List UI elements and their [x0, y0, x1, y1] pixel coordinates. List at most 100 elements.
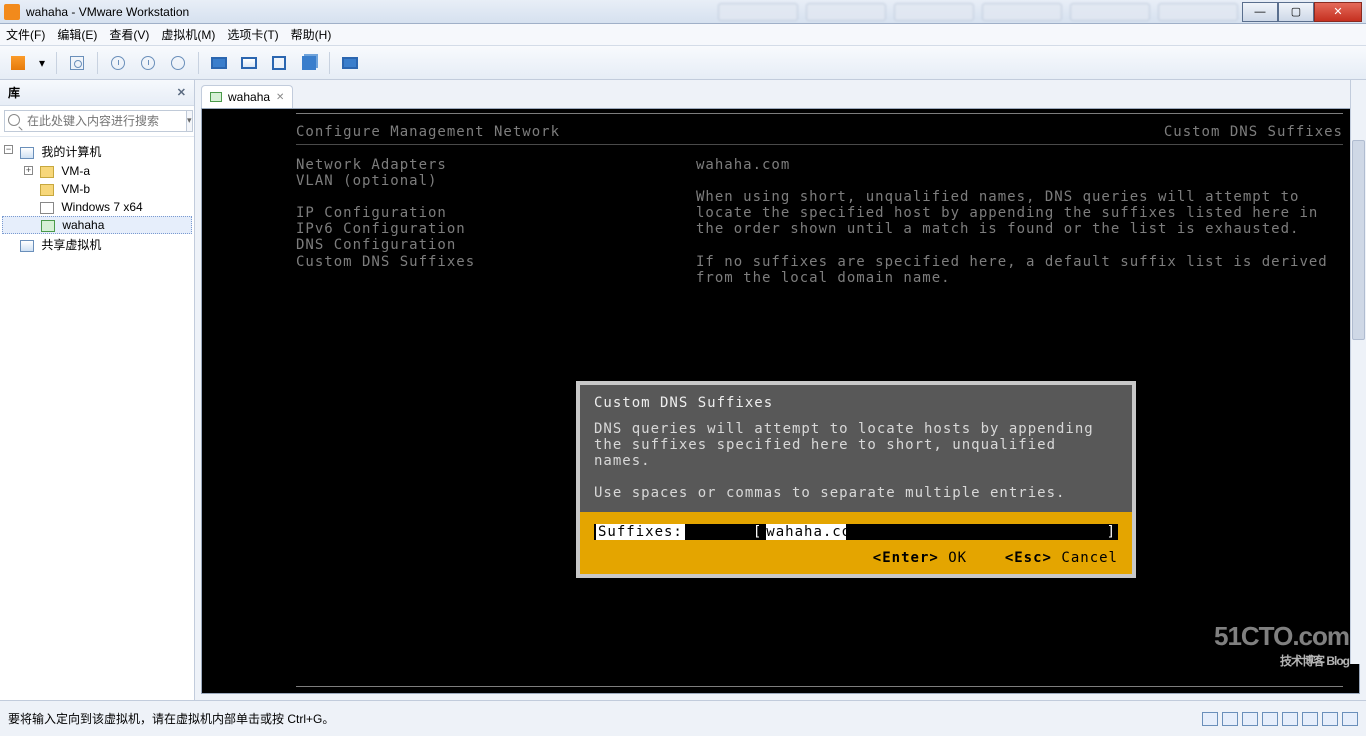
minimize-button[interactable]: —	[1242, 2, 1278, 22]
fullscreen-icon	[342, 57, 358, 69]
device-icon[interactable]	[1202, 712, 1218, 726]
dialog-text: Use spaces or commas to separate multipl…	[594, 485, 1118, 501]
search-dropdown[interactable]: ▾	[187, 110, 193, 132]
statusbar: 要将输入定向到该虚拟机，请在虚拟机内部单击或按 Ctrl+G。	[0, 700, 1366, 736]
folder-icon	[40, 184, 54, 196]
thumbnail-button[interactable]	[237, 51, 261, 75]
snapshot-manager-button[interactable]	[166, 51, 190, 75]
clock-icon	[141, 56, 155, 70]
vm-tabstrip: wahaha ✕	[195, 80, 1366, 108]
show-console-button[interactable]	[207, 51, 231, 75]
menu-view[interactable]: 查看(V)	[109, 26, 149, 43]
dns-suffixes-dialog: Custom DNS Suffixes DNS queries will att…	[576, 381, 1136, 578]
app-icon	[4, 4, 20, 20]
tree-item-vma[interactable]: + VM-a	[2, 162, 192, 180]
tab-wahaha[interactable]: wahaha ✕	[201, 85, 293, 108]
dialog-title: Custom DNS Suffixes	[594, 395, 1118, 411]
device-icon[interactable]	[1262, 712, 1278, 726]
tree-item-vmb[interactable]: VM-b	[2, 180, 192, 198]
esxi-menu-item: Custom DNS Suffixes	[296, 254, 656, 270]
device-icon[interactable]	[1302, 712, 1318, 726]
monitor-icon	[211, 57, 227, 69]
esxi-info-text: When using short, unqualified names, DNS…	[696, 189, 1343, 237]
tree-label: VM-b	[61, 182, 90, 196]
vertical-scrollbar[interactable]	[1350, 80, 1366, 664]
content-area: wahaha ✕ Configure Management Network Cu…	[195, 80, 1366, 700]
menu-vm[interactable]: 虚拟机(M)	[161, 26, 215, 43]
folder-icon	[40, 166, 54, 178]
background-tab	[806, 3, 886, 21]
window-title: wahaha - VMware Workstation	[26, 5, 189, 19]
computer-icon	[20, 147, 34, 159]
tree-item-wahaha[interactable]: wahaha	[2, 216, 192, 234]
power-button[interactable]	[6, 51, 30, 75]
send-keys-button[interactable]	[65, 51, 89, 75]
tree-label: Windows 7 x64	[61, 200, 142, 214]
menubar: 文件(F) 编辑(E) 查看(V) 虚拟机(M) 选项卡(T) 帮助(H)	[0, 24, 1366, 46]
device-icon[interactable]	[1222, 712, 1238, 726]
dialog-text: DNS queries will attempt to locate hosts…	[594, 421, 1118, 469]
background-tab	[1070, 3, 1150, 21]
expand-icon[interactable]: +	[24, 166, 33, 175]
search-icon	[8, 114, 20, 126]
esxi-menu-item: DNS Configuration	[296, 237, 656, 253]
menu-help[interactable]: 帮助(H)	[291, 26, 332, 43]
background-tab	[894, 3, 974, 21]
search-input[interactable]	[4, 110, 187, 132]
multiple-monitors-button[interactable]	[297, 51, 321, 75]
thumbnail-icon	[241, 57, 257, 69]
statusbar-hint: 要将输入定向到该虚拟机，请在虚拟机内部单击或按 Ctrl+G。	[8, 710, 334, 727]
stretch-button[interactable]	[267, 51, 291, 75]
expand-icon	[272, 56, 286, 70]
library-sidebar: 库 ✕ ▾ − 我的计算机 + VM-a VM-b	[0, 80, 195, 700]
esxi-info-domain: wahaha.com	[696, 157, 1343, 173]
cancel-button[interactable]: Cancel	[1052, 550, 1118, 566]
menu-edit[interactable]: 编辑(E)	[57, 26, 97, 43]
tree-root-shared[interactable]: 共享虚拟机	[2, 234, 192, 255]
device-icon[interactable]	[1342, 712, 1358, 726]
esxi-left-title: Configure Management Network	[296, 124, 560, 140]
esxi-menu-item: IP Configuration	[296, 205, 656, 221]
scrollbar-thumb[interactable]	[1352, 140, 1365, 340]
background-tab	[982, 3, 1062, 21]
vm-running-icon	[41, 220, 55, 232]
revert-button[interactable]	[136, 51, 160, 75]
device-icon[interactable]	[1242, 712, 1258, 726]
background-tab	[1158, 3, 1238, 21]
background-tab	[718, 3, 798, 21]
tree-label: 我的计算机	[41, 145, 101, 159]
bracket-icon: [	[753, 524, 762, 540]
menu-tabs[interactable]: 选项卡(T)	[227, 26, 278, 43]
tree-label: VM-a	[61, 164, 90, 178]
bracket-icon: ]	[1107, 524, 1116, 540]
menu-file[interactable]: 文件(F)	[6, 26, 45, 43]
suffixes-input[interactable]	[766, 524, 846, 540]
maximize-button[interactable]: ▢	[1278, 2, 1314, 22]
snapshot-button[interactable]	[106, 51, 130, 75]
sidebar-close-button[interactable]: ✕	[177, 86, 186, 99]
suffixes-field-row: Suffixes: [ ]	[594, 524, 1118, 540]
esxi-menu-item: IPv6 Configuration	[296, 221, 656, 237]
tree-item-win7[interactable]: Windows 7 x64	[2, 198, 192, 216]
tab-close-button[interactable]: ✕	[276, 92, 284, 103]
vm-console[interactable]: Configure Management Network Custom DNS …	[201, 108, 1360, 694]
esxi-info-text: If no suffixes are specified here, a def…	[696, 254, 1343, 286]
cancel-hotkey: <Esc>	[1005, 550, 1052, 566]
device-icon[interactable]	[1282, 712, 1298, 726]
device-icon[interactable]	[1322, 712, 1338, 726]
fullscreen-button[interactable]	[338, 51, 362, 75]
statusbar-device-icons	[1202, 712, 1358, 726]
tree-label: 共享虚拟机	[41, 238, 101, 252]
tree-root-mycomputer[interactable]: − 我的计算机	[2, 141, 192, 162]
power-dropdown[interactable]: ▾	[36, 51, 48, 75]
tree-label: wahaha	[62, 218, 104, 232]
ok-button[interactable]: OK	[939, 550, 967, 566]
clock-icon	[111, 56, 125, 70]
collapse-icon[interactable]: −	[4, 145, 13, 154]
vm-running-icon	[210, 92, 222, 102]
esxi-menu-item: VLAN (optional)	[296, 173, 656, 189]
esxi-right-title: Custom DNS Suffixes	[1164, 124, 1343, 140]
library-tree: − 我的计算机 + VM-a VM-b Windows 7 x64 wahaha	[0, 137, 194, 700]
close-button[interactable]: ✕	[1314, 2, 1362, 22]
tab-label: wahaha	[228, 90, 270, 104]
